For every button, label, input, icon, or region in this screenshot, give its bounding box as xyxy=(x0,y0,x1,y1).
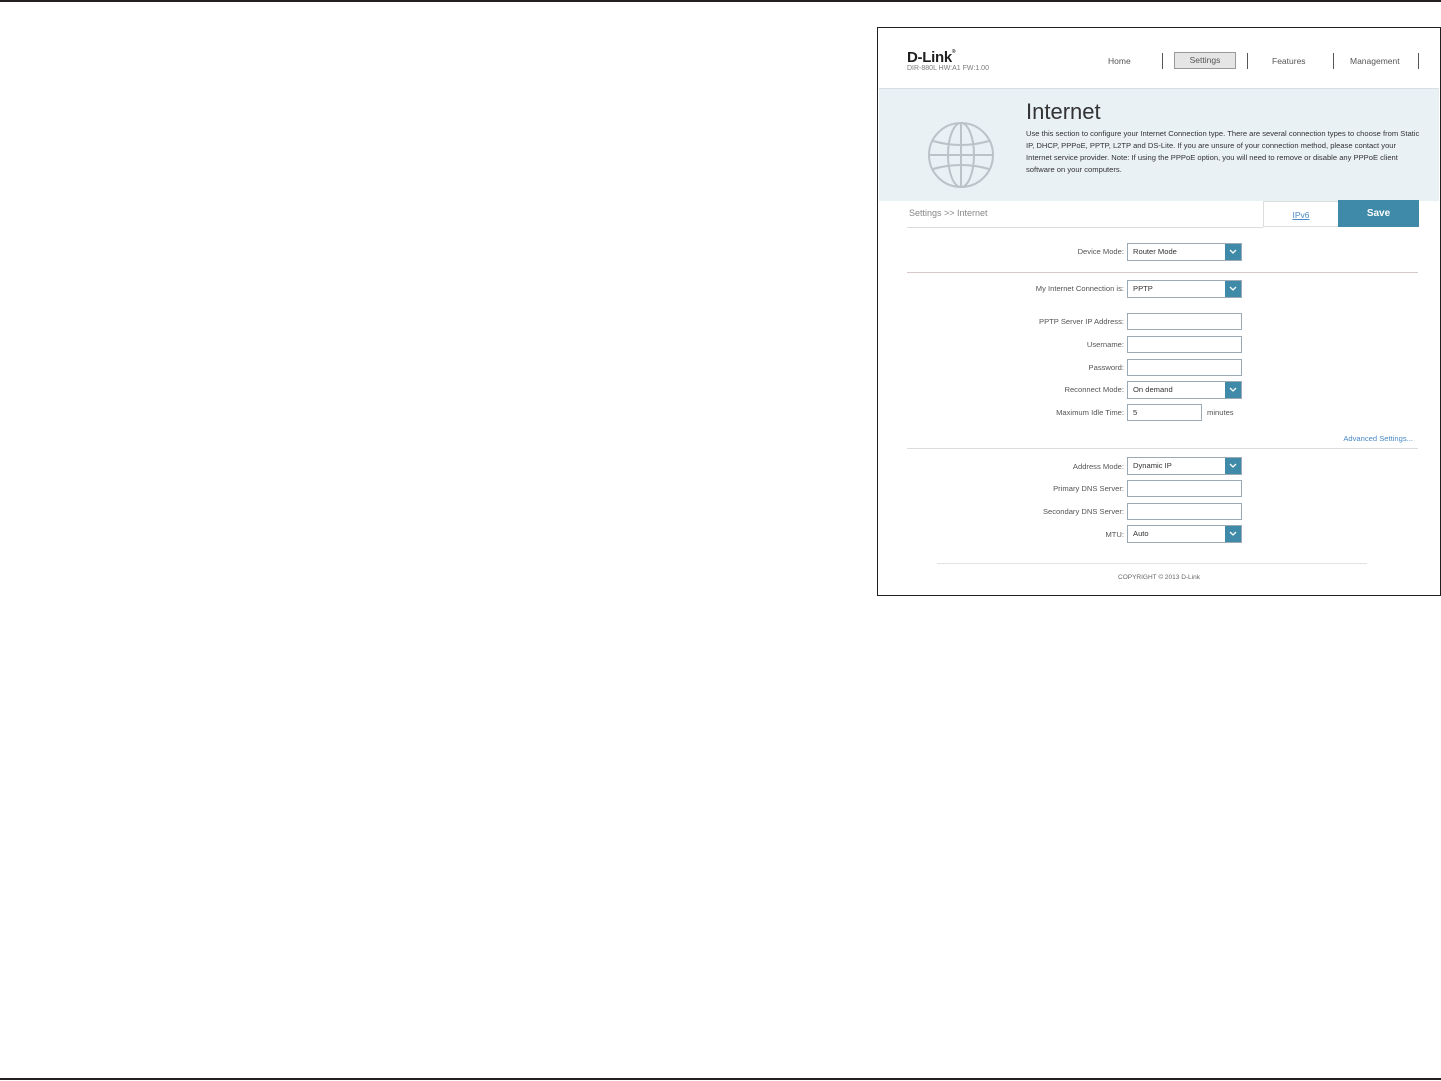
nav-management[interactable]: Management xyxy=(1350,56,1400,66)
nav-separator xyxy=(1333,53,1334,69)
idle-time-unit: minutes xyxy=(1207,408,1234,417)
reconnect-mode-label: Reconnect Mode: xyxy=(1064,385,1124,394)
primary-dns-input[interactable] xyxy=(1127,480,1242,497)
chevron-down-icon xyxy=(1225,458,1241,474)
connection-type-value: PPTP xyxy=(1133,284,1153,293)
password-label: Password: xyxy=(1088,363,1124,372)
mtu-value: Auto xyxy=(1133,529,1149,538)
device-mode-value: Router Mode xyxy=(1133,247,1177,256)
nav-settings[interactable]: Settings xyxy=(1174,52,1236,69)
globe-icon xyxy=(928,122,994,188)
reconnect-mode-select[interactable]: On demand xyxy=(1127,381,1242,399)
device-mode-select[interactable]: Router Mode xyxy=(1127,243,1242,261)
page-bottom-rule xyxy=(0,1078,1441,1080)
copyright-text: COPYRIGHT © 2013 D-Link xyxy=(1118,574,1200,581)
ipv6-link[interactable]: IPv6 xyxy=(1263,201,1338,227)
model-info: DIR-880L HW:A1 FW:1.00 xyxy=(907,65,989,72)
nav-home[interactable]: Home xyxy=(1108,56,1131,66)
address-mode-select[interactable]: Dynamic IP xyxy=(1127,457,1242,475)
chevron-down-icon xyxy=(1225,382,1241,398)
idle-time-label: Maximum Idle Time: xyxy=(1056,408,1124,417)
page-top-rule xyxy=(0,0,1441,2)
save-button[interactable]: Save xyxy=(1338,200,1419,227)
nav-separator xyxy=(1418,53,1419,69)
router-settings-screenshot: D-Link® DIR-880L HW:A1 FW:1.00 Home Sett… xyxy=(877,27,1441,596)
secondary-dns-label: Secondary DNS Server: xyxy=(1042,507,1124,516)
username-label: Username: xyxy=(1086,340,1124,349)
mtu-label: MTU: xyxy=(1105,530,1124,539)
pptp-server-input[interactable] xyxy=(1127,313,1242,330)
password-input[interactable] xyxy=(1127,359,1242,376)
nav-separator xyxy=(1247,53,1248,69)
advanced-settings-link[interactable]: Advanced Settings... xyxy=(1343,434,1413,443)
connection-type-select[interactable]: PPTP xyxy=(1127,280,1242,298)
section-divider xyxy=(907,272,1418,273)
nav-separator xyxy=(1162,53,1163,69)
device-mode-label: Device Mode: xyxy=(1077,247,1124,256)
idle-time-input[interactable]: 5 xyxy=(1127,404,1202,421)
section-divider xyxy=(907,448,1418,449)
page-title: Internet xyxy=(1026,99,1101,124)
connection-type-label: My Internet Connection is: xyxy=(1035,284,1124,293)
reconnect-mode-value: On demand xyxy=(1133,385,1173,394)
address-mode-value: Dynamic IP xyxy=(1133,461,1172,470)
footer-divider xyxy=(937,563,1367,564)
primary-dns-label: Primary DNS Server: xyxy=(1053,484,1124,493)
secondary-dns-input[interactable] xyxy=(1127,503,1242,520)
chevron-down-icon xyxy=(1225,244,1241,260)
breadcrumb-underline xyxy=(907,227,1263,228)
page-description: Use this section to configure your Inter… xyxy=(1026,129,1420,174)
address-mode-label: Address Mode: xyxy=(1072,462,1124,471)
chevron-down-icon xyxy=(1225,526,1241,542)
pptp-server-label: PPTP Server IP Address: xyxy=(1039,317,1124,326)
chevron-down-icon xyxy=(1225,281,1241,297)
dlink-logo: D-Link® xyxy=(907,49,956,66)
breadcrumb: Settings >> Internet xyxy=(909,208,988,218)
nav-features[interactable]: Features xyxy=(1272,56,1306,66)
username-input[interactable] xyxy=(1127,336,1242,353)
mtu-select[interactable]: Auto xyxy=(1127,525,1242,543)
